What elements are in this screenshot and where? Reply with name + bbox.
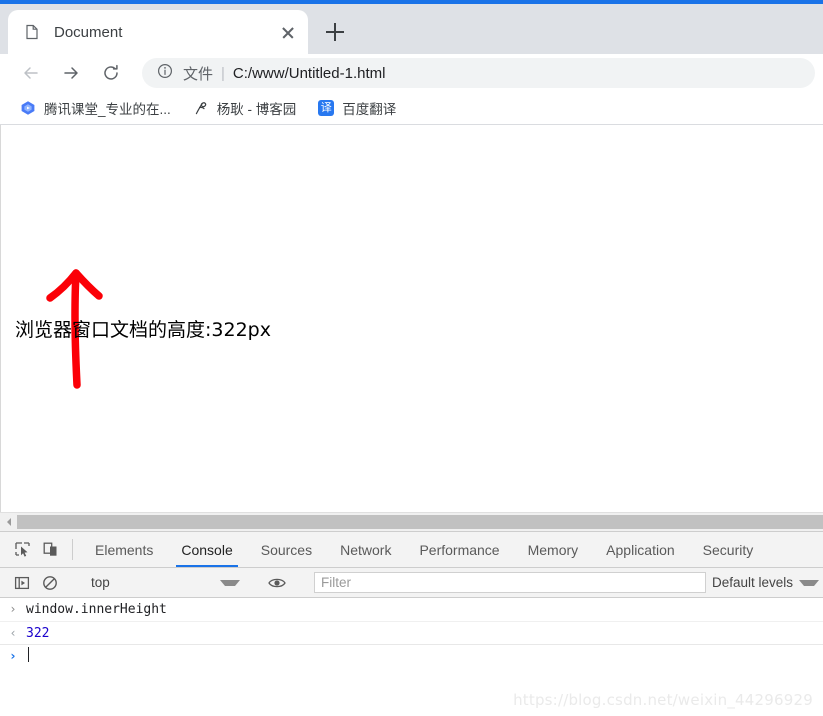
bookmark-cnblogs[interactable]: 杨耿 - 博客园	[187, 96, 303, 120]
devtools-tab-security[interactable]: Security	[689, 532, 768, 567]
console-input-row: › window.innerHeight	[0, 598, 823, 621]
devtools-tab-sources[interactable]: Sources	[247, 532, 326, 567]
bookmark-label: 百度翻译	[342, 102, 397, 117]
scrollbar-thumb[interactable]	[17, 515, 823, 529]
address-bar[interactable]: 文件 | C:/www/Untitled-1.html	[142, 58, 815, 88]
console-result-row: ‹ 322	[0, 621, 823, 645]
clear-console-icon[interactable]	[36, 575, 64, 591]
page-viewport: 浏览器窗口文档的高度:322px	[0, 125, 823, 512]
back-arrow-icon[interactable]	[14, 56, 48, 90]
console-output-marker-icon: ‹	[10, 626, 16, 640]
chevron-down-icon	[220, 579, 240, 586]
address-scheme-label: 文件	[183, 65, 214, 83]
info-circle-icon[interactable]	[156, 62, 174, 85]
browser-tab-document[interactable]: Document	[8, 10, 308, 54]
live-expression-icon[interactable]	[263, 576, 291, 590]
tencent-classroom-icon	[20, 100, 36, 116]
document-icon	[24, 24, 40, 40]
console-filter-placeholder: Filter	[321, 575, 351, 590]
devtools-tab-application[interactable]: Application	[592, 532, 689, 567]
close-icon[interactable]	[278, 22, 298, 42]
console-input-text: window.innerHeight	[26, 602, 167, 617]
console-context-value: top	[91, 575, 110, 590]
devtools-tab-performance[interactable]: Performance	[405, 532, 513, 567]
page-body-text: 浏览器窗口文档的高度:322px	[15, 319, 271, 341]
console-filter-input[interactable]: Filter	[314, 572, 706, 593]
bookmark-baidu-translate[interactable]: 译 百度翻译	[312, 96, 402, 120]
browser-window: Document 文件 | C:/www/Untitled-1.html 腾讯课…	[0, 0, 823, 716]
tab-strip: Document	[0, 4, 823, 54]
devtools-tab-bar: Elements Console Sources Network Perform…	[0, 532, 823, 568]
reload-icon[interactable]	[94, 56, 128, 90]
devtools-tab-elements[interactable]: Elements	[81, 532, 167, 567]
page-horizontal-scrollbar[interactable]	[0, 512, 823, 531]
devtools-tab-memory[interactable]: Memory	[514, 532, 593, 567]
text-cursor	[28, 647, 29, 662]
console-toolbar: top Filter Default levels	[0, 568, 823, 598]
inspect-element-icon[interactable]	[8, 532, 36, 567]
console-prompt-marker-icon: ›	[10, 649, 16, 663]
tab-title: Document	[54, 23, 123, 41]
address-separator: |	[221, 64, 225, 82]
devtools-panel: Elements Console Sources Network Perform…	[0, 531, 823, 705]
console-output[interactable]: › window.innerHeight ‹ 322 ›	[0, 598, 823, 705]
console-prompt-row[interactable]: ›	[0, 645, 823, 668]
cnblogs-icon	[193, 100, 209, 116]
console-input-marker-icon: ›	[10, 602, 16, 616]
bookmark-tencent-classroom[interactable]: 腾讯课堂_专业的在...	[14, 96, 177, 120]
console-levels-label: Default levels	[711, 575, 793, 590]
chevron-down-icon	[799, 579, 819, 586]
toolbar-divider	[72, 539, 73, 560]
console-sidebar-icon[interactable]	[8, 575, 36, 591]
console-result-value: 322	[26, 626, 50, 641]
devtools-tab-network[interactable]: Network	[326, 532, 405, 567]
translate-icon-glyph: 译	[318, 100, 335, 116]
bookmark-label: 腾讯课堂_专业的在...	[44, 102, 171, 117]
bookmark-label: 杨耿 - 博客园	[216, 102, 297, 117]
scroll-left-arrow-icon[interactable]	[0, 513, 17, 531]
forward-arrow-icon[interactable]	[54, 56, 88, 90]
new-tab-button[interactable]	[318, 15, 352, 49]
device-toolbar-icon[interactable]	[36, 532, 64, 567]
address-url-text: C:/www/Untitled-1.html	[232, 64, 386, 82]
browser-toolbar: 文件 | C:/www/Untitled-1.html	[0, 54, 823, 92]
console-context-select[interactable]: top	[81, 572, 246, 594]
translate-icon: 译	[318, 100, 335, 116]
console-levels-select[interactable]: Default levels	[712, 575, 823, 590]
bookmarks-bar: 腾讯课堂_专业的在... 杨耿 - 博客园 译 百度翻译	[0, 92, 823, 125]
devtools-tab-console[interactable]: Console	[167, 532, 246, 567]
